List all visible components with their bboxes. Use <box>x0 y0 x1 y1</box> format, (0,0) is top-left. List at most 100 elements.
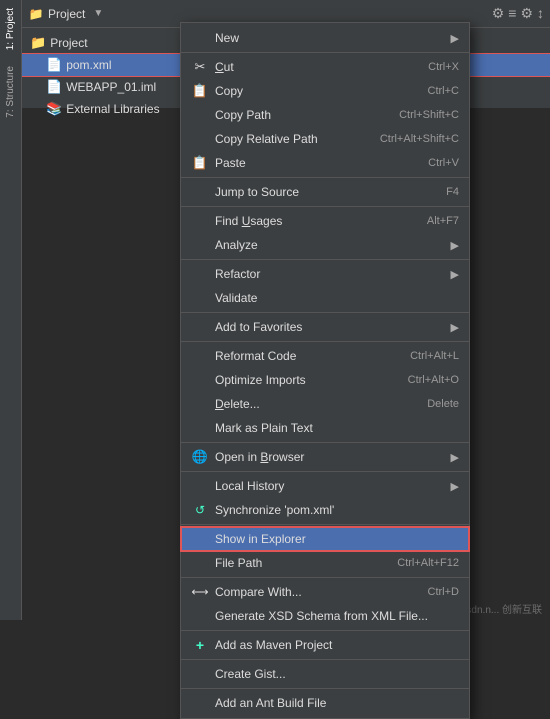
topbar-sort-icon[interactable]: ↕ <box>537 5 544 22</box>
menu-label-cut: Cut <box>215 60 422 74</box>
tree-item-label: External Libraries <box>66 102 159 116</box>
menu-label-synchronize: Synchronize 'pom.xml' <box>215 503 459 517</box>
separator-6 <box>181 341 469 342</box>
paste-icon: 📋 <box>191 155 209 171</box>
separator-9 <box>181 524 469 525</box>
menu-item-creategist[interactable]: Create Gist... <box>181 662 469 686</box>
menu-label-localhistory: Local History <box>215 479 445 493</box>
context-menu: New ▶ ✂ Cut Ctrl+X 📋 Copy Ctrl+C Copy Pa… <box>180 22 470 719</box>
menu-item-copy[interactable]: 📋 Copy Ctrl+C <box>181 79 469 103</box>
menu-item-comparewith[interactable]: ⟷ Compare With... Ctrl+D <box>181 580 469 604</box>
menu-label-findusages: Find Usages <box>215 214 421 228</box>
menu-item-showinexplorer[interactable]: Show in Explorer <box>181 527 469 551</box>
menu-item-paste[interactable]: 📋 Paste Ctrl+V <box>181 151 469 175</box>
menu-item-cut[interactable]: ✂ Cut Ctrl+X <box>181 55 469 79</box>
separator-8 <box>181 471 469 472</box>
menu-item-copypath[interactable]: Copy Path Ctrl+Shift+C <box>181 103 469 127</box>
menu-label-creategist: Create Gist... <box>215 667 459 681</box>
filepath-shortcut: Ctrl+Alt+F12 <box>397 557 459 569</box>
pomxml-icon: 📄 <box>46 57 62 73</box>
comparewith-shortcut: Ctrl+D <box>428 586 459 598</box>
menu-label-optimizeimports: Optimize Imports <box>215 373 402 387</box>
menu-item-optimizeimports[interactable]: Optimize Imports Ctrl+Alt+O <box>181 368 469 392</box>
copy-icon: 📋 <box>191 83 209 99</box>
menu-label-jumptosource: Jump to Source <box>215 185 440 199</box>
topbar-dropdown-arrow[interactable]: ▼ <box>93 8 103 19</box>
menu-label-paste: Paste <box>215 156 422 170</box>
menu-item-copyrelpath[interactable]: Copy Relative Path Ctrl+Alt+Shift+C <box>181 127 469 151</box>
menu-item-reformatcode[interactable]: Reformat Code Ctrl+Alt+L <box>181 344 469 368</box>
findusages-shortcut: Alt+F7 <box>427 215 459 227</box>
new-arrow: ▶ <box>451 32 459 45</box>
reformatcode-shortcut: Ctrl+Alt+L <box>410 350 459 362</box>
menu-label-addantbuildfile: Add an Ant Build File <box>215 696 459 710</box>
addtofav-arrow: ▶ <box>451 321 459 334</box>
menu-label-addasmaven: Add as Maven Project <box>215 638 459 652</box>
topbar-actions: ⚙ ≡ ⚙ ↕ <box>492 5 544 22</box>
comparewith-icon: ⟷ <box>191 585 209 599</box>
tree-item-label: WEBAPP_01.iml <box>66 80 156 94</box>
menu-label-reformatcode: Reformat Code <box>215 349 404 363</box>
menu-label-generatexsd: Generate XSD Schema from XML File... <box>215 609 459 623</box>
menu-item-findusages[interactable]: Find Usages Alt+F7 <box>181 209 469 233</box>
separator-2 <box>181 177 469 178</box>
paste-shortcut: Ctrl+V <box>428 157 459 169</box>
tree-item-label: Project <box>50 36 87 50</box>
openinbrowser-arrow: ▶ <box>451 451 459 464</box>
menu-item-addantbuildfile[interactable]: Add an Ant Build File <box>181 691 469 715</box>
ide-sidebar: 1: Project 7: Structure <box>0 0 22 620</box>
extlibs-icon: 📚 <box>46 101 62 117</box>
menu-item-openinbrowser[interactable]: 🌐 Open in Browser ▶ <box>181 445 469 469</box>
separator-7 <box>181 442 469 443</box>
menu-item-analyze[interactable]: Analyze ▶ <box>181 233 469 257</box>
copyrelpath-shortcut: Ctrl+Alt+Shift+C <box>380 133 459 145</box>
separator-12 <box>181 659 469 660</box>
menu-item-markasp[interactable]: Mark as Plain Text <box>181 416 469 440</box>
menu-item-validate[interactable]: Validate <box>181 286 469 310</box>
webapp-icon: 📄 <box>46 79 62 95</box>
menu-label-showinexplorer: Show in Explorer <box>215 532 459 546</box>
menu-item-new[interactable]: New ▶ <box>181 26 469 50</box>
folder-icon: 📁 <box>28 6 44 22</box>
menu-item-synchronize[interactable]: ↺ Synchronize 'pom.xml' <box>181 498 469 522</box>
menu-item-localhistory[interactable]: Local History ▶ <box>181 474 469 498</box>
menu-label-comparewith: Compare With... <box>215 585 422 599</box>
menu-item-addtofavorites[interactable]: Add to Favorites ▶ <box>181 315 469 339</box>
menu-label-analyze: Analyze <box>215 238 445 252</box>
separator-11 <box>181 630 469 631</box>
menu-label-copy: Copy <box>215 84 422 98</box>
analyze-arrow: ▶ <box>451 239 459 252</box>
menu-label-addtofavorites: Add to Favorites <box>215 320 445 334</box>
menu-label-copyrelpath: Copy Relative Path <box>215 132 374 146</box>
menu-item-filepath[interactable]: File Path Ctrl+Alt+F12 <box>181 551 469 575</box>
menu-item-addasmaven[interactable]: + Add as Maven Project <box>181 633 469 657</box>
refactor-arrow: ▶ <box>451 268 459 281</box>
menu-label-new: New <box>215 31 445 45</box>
menu-item-delete[interactable]: Delete... Delete <box>181 392 469 416</box>
synchronize-icon: ↺ <box>191 503 209 517</box>
topbar-config-icon[interactable]: ⚙ <box>520 5 533 22</box>
tree-item-label: pom.xml <box>66 58 111 72</box>
separator-1 <box>181 52 469 53</box>
menu-item-jumptosource[interactable]: Jump to Source F4 <box>181 180 469 204</box>
localhistory-arrow: ▶ <box>451 480 459 493</box>
copypath-shortcut: Ctrl+Shift+C <box>399 109 459 121</box>
topbar-settings-icon[interactable]: ⚙ <box>492 5 505 22</box>
topbar-title: Project <box>48 7 85 21</box>
separator-10 <box>181 577 469 578</box>
sidebar-tab-structure[interactable]: 7: Structure <box>3 58 18 126</box>
sidebar-tab-project[interactable]: 1: Project <box>3 0 18 58</box>
optimizeimports-shortcut: Ctrl+Alt+O <box>408 374 459 386</box>
project-folder-icon: 📁 <box>30 35 46 51</box>
topbar-menu-icon[interactable]: ≡ <box>508 5 516 22</box>
addasmaven-icon: + <box>191 637 209 653</box>
copy-shortcut: Ctrl+C <box>428 85 459 97</box>
menu-label-filepath: File Path <box>215 556 391 570</box>
menu-item-refactor[interactable]: Refactor ▶ <box>181 262 469 286</box>
menu-label-delete: Delete... <box>215 397 421 411</box>
menu-item-generatexsd[interactable]: Generate XSD Schema from XML File... <box>181 604 469 628</box>
separator-4 <box>181 259 469 260</box>
menu-label-copypath: Copy Path <box>215 108 393 122</box>
menu-label-openinbrowser: Open in Browser <box>215 450 445 464</box>
delete-shortcut: Delete <box>427 398 459 410</box>
